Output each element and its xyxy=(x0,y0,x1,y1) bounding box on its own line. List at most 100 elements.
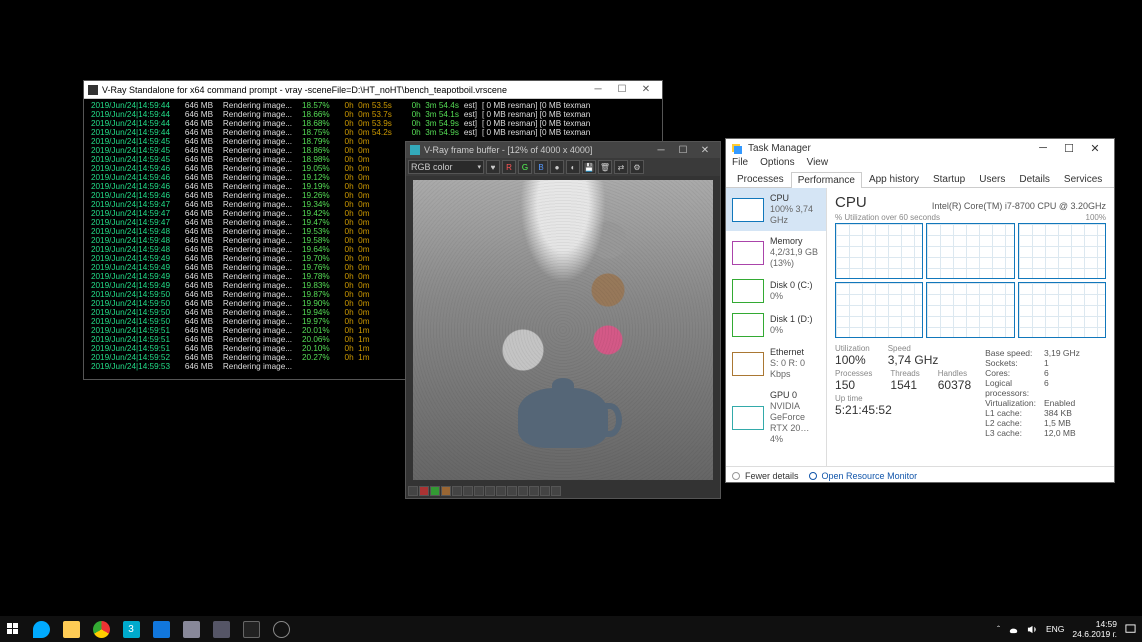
sidebar-item-mem[interactable]: Memory4,2/31,9 GB (13%) xyxy=(726,231,826,274)
disk-mini-graph xyxy=(732,279,764,303)
3dsmax-icon[interactable]: 3 xyxy=(116,616,146,642)
maximize-button[interactable]: ☐ xyxy=(1056,142,1082,155)
vfb-toolbar: RGB color ♥ R G B ● ◐ 💾 🗑 ⇄ ⚙ xyxy=(406,158,720,176)
tm-footer: Fewer details Open Resource Monitor xyxy=(726,466,1114,484)
menu-options[interactable]: Options xyxy=(760,157,794,171)
status-icon[interactable] xyxy=(485,486,495,496)
mono-button[interactable]: ● xyxy=(550,160,564,174)
language-indicator[interactable]: ENG xyxy=(1046,624,1064,634)
edge-icon[interactable] xyxy=(26,616,56,642)
render-viewport[interactable] xyxy=(413,180,713,480)
green-channel-button[interactable]: G xyxy=(518,160,532,174)
status-icon[interactable] xyxy=(452,486,462,496)
task-manager-window: Task Manager ─ ☐ ✕ File Options View Pro… xyxy=(725,138,1115,483)
eth-mini-graph xyxy=(732,352,764,376)
settings-icon[interactable]: ⚙ xyxy=(630,160,644,174)
tab-services[interactable]: Services xyxy=(1057,171,1109,187)
tab-processes[interactable]: Processes xyxy=(730,171,791,187)
status-icon[interactable] xyxy=(507,486,517,496)
status-icon[interactable] xyxy=(430,486,440,496)
status-icon[interactable] xyxy=(474,486,484,496)
minimize-button[interactable]: ─ xyxy=(586,84,610,95)
tray-chevron-icon[interactable]: ˆ xyxy=(997,624,1000,634)
tab-startup[interactable]: Startup xyxy=(926,171,972,187)
core-graph xyxy=(835,282,923,338)
tm-tabs: Processes Performance App history Startu… xyxy=(726,171,1114,188)
fewer-details-button[interactable]: Fewer details xyxy=(732,471,799,481)
graph-label: % Utilization over 60 seconds xyxy=(835,213,940,222)
app-icon[interactable] xyxy=(266,616,296,642)
start-button[interactable] xyxy=(0,616,26,642)
switch-button[interactable]: ◐ xyxy=(566,160,580,174)
status-icon[interactable] xyxy=(441,486,451,496)
save-icon[interactable]: 💾 xyxy=(582,160,596,174)
status-icon[interactable] xyxy=(529,486,539,496)
link-icon[interactable]: ⇄ xyxy=(614,160,628,174)
status-icon[interactable] xyxy=(408,486,418,496)
core-graph xyxy=(926,282,1014,338)
task-manager-icon xyxy=(732,143,743,154)
taskbar: 3 ˆ ENG 14:59 24.6.2019 г. xyxy=(0,616,1142,642)
tab-users[interactable]: Users xyxy=(972,171,1012,187)
clock[interactable]: 14:59 24.6.2019 г. xyxy=(1072,619,1117,639)
threads-value: 1541 xyxy=(890,378,919,392)
windows-icon xyxy=(7,623,19,635)
status-icon[interactable] xyxy=(496,486,506,496)
app-icon[interactable] xyxy=(176,616,206,642)
sidebar-item-cpu[interactable]: CPU100% 3,74 GHz xyxy=(726,188,826,231)
vray-frame-buffer-window: V-Ray frame buffer - [12% of 4000 x 4000… xyxy=(405,141,721,499)
blue-channel-button[interactable]: B xyxy=(534,160,548,174)
processes-value: 150 xyxy=(835,378,872,392)
app-icon[interactable] xyxy=(206,616,236,642)
open-resource-monitor-link[interactable]: Open Resource Monitor xyxy=(809,471,918,481)
cpu-mini-graph xyxy=(732,198,764,222)
teapot-render xyxy=(518,388,608,448)
clear-icon[interactable]: 🗑 xyxy=(598,160,612,174)
onedrive-icon[interactable] xyxy=(1008,624,1019,635)
close-button[interactable]: ✕ xyxy=(1082,142,1108,155)
app-icon[interactable] xyxy=(146,616,176,642)
console-titlebar[interactable]: V-Ray Standalone for x64 command prompt … xyxy=(84,81,662,99)
status-icon[interactable] xyxy=(463,486,473,496)
red-channel-button[interactable]: R xyxy=(502,160,516,174)
console-title: V-Ray Standalone for x64 command prompt … xyxy=(102,85,507,95)
explorer-icon[interactable] xyxy=(56,616,86,642)
close-button[interactable]: ✕ xyxy=(634,84,658,95)
gpu-mini-graph xyxy=(732,406,764,430)
maximize-button[interactable]: ☐ xyxy=(610,84,634,95)
tab-app-history[interactable]: App history xyxy=(862,171,926,187)
channel-dropdown[interactable]: RGB color xyxy=(408,160,484,174)
disk-mini-graph xyxy=(732,313,764,337)
maximize-button[interactable]: ☐ xyxy=(672,145,694,156)
heart-icon[interactable]: ♥ xyxy=(486,160,500,174)
vfb-titlebar[interactable]: V-Ray frame buffer - [12% of 4000 x 4000… xyxy=(406,142,720,158)
sidebar-item-disk[interactable]: Disk 1 (D:)0% xyxy=(726,308,826,342)
menu-file[interactable]: File xyxy=(732,157,748,171)
tm-titlebar[interactable]: Task Manager ─ ☐ ✕ xyxy=(726,139,1114,157)
core-graph xyxy=(1018,223,1106,279)
menu-view[interactable]: View xyxy=(807,157,829,171)
volume-icon[interactable] xyxy=(1027,624,1038,635)
cpu-core-graphs xyxy=(835,223,1106,338)
tm-title: Task Manager xyxy=(748,143,811,154)
tab-performance[interactable]: Performance xyxy=(791,172,862,188)
notification-icon[interactable] xyxy=(1125,624,1136,635)
minimize-button[interactable]: ─ xyxy=(650,145,672,156)
sidebar-item-eth[interactable]: EthernetS: 0 R: 0 Kbps xyxy=(726,342,826,385)
chrome-icon[interactable] xyxy=(86,616,116,642)
cmd-icon[interactable] xyxy=(236,616,266,642)
tab-details[interactable]: Details xyxy=(1012,171,1057,187)
sidebar-item-disk[interactable]: Disk 0 (C:)0% xyxy=(726,274,826,308)
resmon-icon xyxy=(809,472,817,480)
status-icon[interactable] xyxy=(540,486,550,496)
close-button[interactable]: ✕ xyxy=(694,145,716,156)
status-icon[interactable] xyxy=(518,486,528,496)
minimize-button[interactable]: ─ xyxy=(1030,142,1056,154)
status-icon[interactable] xyxy=(551,486,561,496)
speed-value: 3,74 GHz xyxy=(888,353,939,367)
status-icon[interactable] xyxy=(419,486,429,496)
uptime-value: 5:21:45:52 xyxy=(835,403,971,417)
tm-menu: File Options View xyxy=(726,157,1114,171)
sidebar-item-gpu[interactable]: GPU 0NVIDIA GeForce RTX 20… 4% xyxy=(726,385,826,450)
mem-mini-graph xyxy=(732,241,764,265)
